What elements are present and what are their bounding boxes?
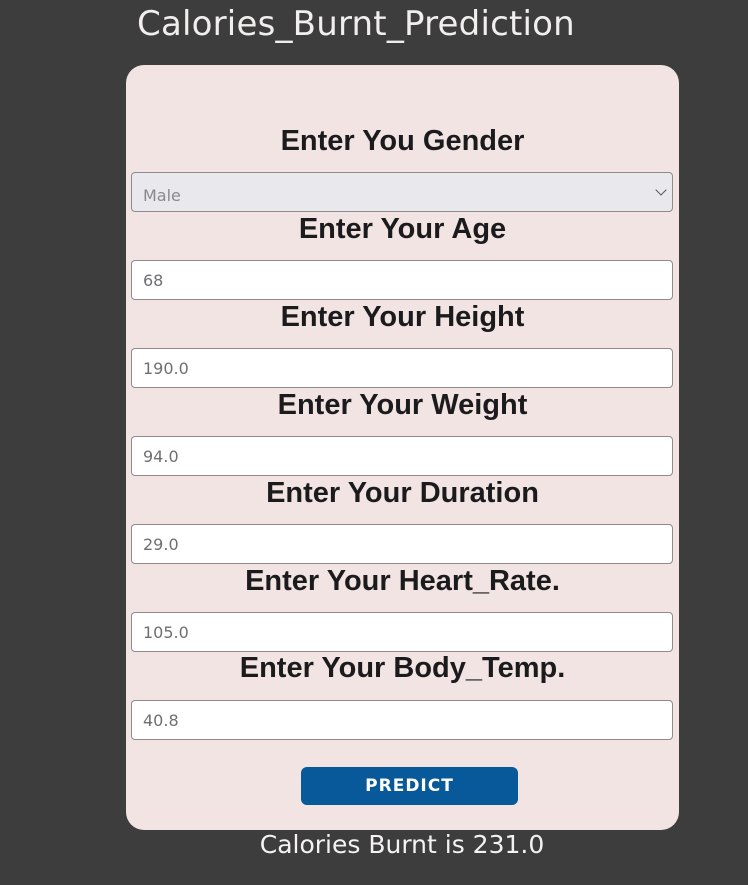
heart-rate-label: Enter Your Heart_Rate. <box>245 565 560 597</box>
page-title: Calories_Burnt_Prediction <box>137 4 575 44</box>
predict-button[interactable]: PREDICT <box>301 767 518 805</box>
heart-rate-input[interactable] <box>131 612 673 652</box>
height-input[interactable] <box>131 348 673 388</box>
weight-label: Enter Your Weight <box>277 389 528 421</box>
age-label: Enter Your Age <box>298 213 507 245</box>
duration-label: Enter Your Duration <box>266 477 539 509</box>
gender-label: Enter You Gender <box>280 125 525 157</box>
gender-select[interactable]: Male <box>131 172 673 212</box>
height-label: Enter Your Height <box>280 301 525 333</box>
body-temp-label: Enter Your Body_Temp. <box>239 652 566 684</box>
duration-input[interactable] <box>131 524 673 564</box>
prediction-form: Enter You Gender Male Enter Your Age Ent… <box>126 65 679 830</box>
body-temp-input[interactable] <box>131 700 673 740</box>
age-input[interactable] <box>131 260 673 300</box>
result-text: Calories Burnt is 231.0 <box>259 830 545 859</box>
weight-input[interactable] <box>131 436 673 476</box>
